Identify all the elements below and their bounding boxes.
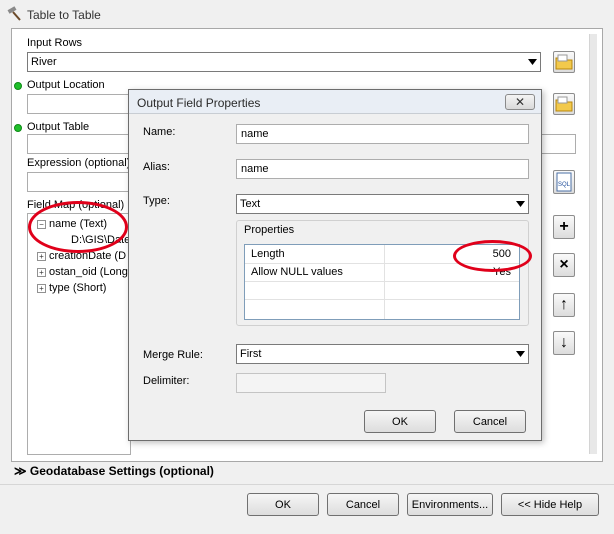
expression-label: Expression (optional) bbox=[27, 157, 131, 169]
folder-icon bbox=[555, 54, 573, 70]
close-icon: × bbox=[559, 256, 569, 273]
cancel-button[interactable]: Cancel bbox=[327, 493, 399, 516]
delimiter-input bbox=[236, 373, 386, 393]
arrow-down-icon: ↓ bbox=[560, 334, 568, 351]
delimiter-label: Delimiter: bbox=[143, 375, 190, 387]
help-pane-edge bbox=[589, 34, 597, 454]
expand-icon[interactable]: + bbox=[37, 251, 46, 261]
input-rows-value: River bbox=[31, 56, 57, 68]
output-table-label: Output Table bbox=[27, 121, 90, 133]
expand-icon[interactable]: + bbox=[37, 267, 46, 277]
required-indicator bbox=[14, 124, 22, 132]
output-location-field[interactable] bbox=[27, 94, 131, 114]
window-title: Table to Table bbox=[27, 8, 101, 22]
folder-icon bbox=[555, 96, 573, 112]
dialog-title: Output Field Properties bbox=[137, 96, 261, 110]
alias-label: Alias: bbox=[143, 161, 170, 173]
alias-input[interactable]: name bbox=[236, 159, 529, 179]
type-select[interactable]: Text bbox=[236, 194, 529, 214]
move-down-button[interactable]: ↓ bbox=[553, 331, 575, 355]
chevron-down-icon[interactable] bbox=[512, 195, 528, 213]
browse-input-rows-button[interactable] bbox=[553, 51, 575, 73]
required-indicator bbox=[14, 82, 22, 90]
type-label: Type: bbox=[143, 195, 170, 207]
arrow-up-icon: ↑ bbox=[560, 296, 568, 313]
tree-item-type[interactable]: + type (Short) bbox=[37, 280, 106, 296]
length-key: Length bbox=[251, 248, 285, 260]
expand-icon[interactable]: + bbox=[37, 283, 46, 293]
expression-field[interactable] bbox=[27, 172, 131, 192]
name-input[interactable]: name bbox=[236, 124, 529, 144]
merge-rule-value: First bbox=[240, 348, 262, 360]
geodatabase-settings-toggle[interactable]: ≫ Geodatabase Settings (optional) bbox=[14, 464, 214, 478]
plus-icon: + bbox=[559, 218, 569, 235]
hammer-icon bbox=[6, 6, 24, 22]
chevron-down-icon[interactable] bbox=[512, 345, 528, 363]
dialog-ok-button[interactable]: OK bbox=[364, 410, 436, 433]
add-field-button[interactable]: + bbox=[553, 215, 575, 239]
annotation-oval-length bbox=[453, 240, 532, 272]
annotation-oval-name-field bbox=[28, 201, 128, 253]
allow-null-key: Allow NULL values bbox=[251, 266, 343, 278]
environments-button[interactable]: Environments... bbox=[407, 493, 493, 516]
close-icon: ✕ bbox=[514, 95, 526, 109]
chevron-down-icon[interactable] bbox=[524, 53, 540, 71]
svg-text:SQL: SQL bbox=[558, 182, 571, 188]
hide-help-button[interactable]: << Hide Help bbox=[501, 493, 599, 516]
move-up-button[interactable]: ↑ bbox=[553, 293, 575, 317]
input-rows-label: Input Rows bbox=[27, 37, 83, 49]
output-table-field-tail[interactable] bbox=[541, 134, 576, 154]
input-rows-combo[interactable]: River bbox=[27, 52, 541, 72]
output-location-label: Output Location bbox=[27, 79, 105, 91]
merge-rule-label: Merge Rule: bbox=[143, 349, 203, 361]
output-table-field[interactable] bbox=[27, 134, 131, 154]
dialog-cancel-button[interactable]: Cancel bbox=[454, 410, 526, 433]
type-value: Text bbox=[240, 198, 261, 210]
remove-field-button[interactable]: × bbox=[553, 253, 575, 277]
properties-label: Properties bbox=[244, 224, 295, 236]
tree-item-ostan-oid[interactable]: + ostan_oid (Long bbox=[37, 264, 128, 280]
dialog-close-button[interactable]: ✕ bbox=[505, 94, 535, 110]
merge-rule-select[interactable]: First bbox=[236, 344, 529, 364]
ok-button[interactable]: OK bbox=[247, 493, 319, 516]
name-label: Name: bbox=[143, 126, 176, 138]
sql-button[interactable]: SQL bbox=[553, 170, 575, 194]
browse-output-location-button[interactable] bbox=[553, 93, 575, 115]
sql-icon: SQL bbox=[556, 172, 572, 192]
double-chevron-icon: ≫ bbox=[14, 464, 30, 478]
